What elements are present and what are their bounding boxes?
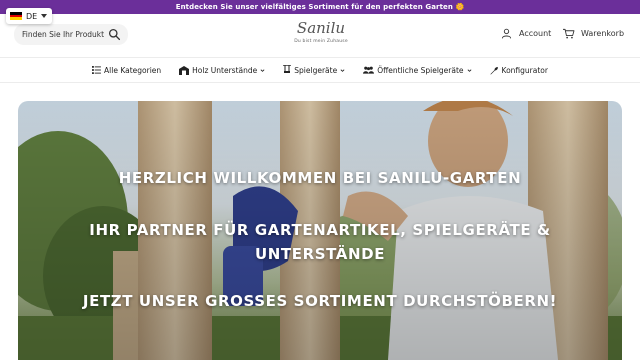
wrench-icon [489, 66, 498, 75]
nav-item-spielgeraete[interactable]: Spielgeräte [283, 65, 345, 75]
announcement-text: Entdecken Sie unser vielfältiges Sortime… [175, 3, 465, 11]
hero-banner[interactable]: HERZLICH WILLKOMMEN BEI SANILU-GARTEN IH… [18, 101, 622, 360]
hero-cta-heading: JETZT UNSER GROSSES SORTIMENT DURCHSTÖBE… [82, 292, 558, 310]
shed-icon [179, 65, 190, 75]
nav-item-konfigurator[interactable]: Konfigurator [489, 65, 548, 75]
list-icon [92, 66, 101, 74]
chevron-down-icon [340, 68, 345, 72]
logo-tagline: Du bist mein Zuhause [294, 39, 348, 44]
search-icon[interactable] [108, 28, 121, 41]
logo-brand: Sanilu [296, 19, 346, 37]
swing-icon [283, 65, 292, 73]
hero-text: HERZLICH WILLKOMMEN BEI SANILU-GARTEN IH… [18, 101, 622, 360]
cart-icon [563, 28, 575, 39]
announcement-bar: Entdecken Sie unser vielfältiges Sortime… [0, 0, 640, 14]
nav-label-oeffentliche-spielgeraete: Öffentliche Spielgeräte [377, 65, 464, 75]
language-code: DE [26, 11, 38, 21]
site-header: Finden Sie Ihr Produkt Sanilu Du bist me… [0, 14, 640, 56]
account-label: Account [519, 29, 552, 38]
user-icon [501, 28, 512, 39]
chevron-down-icon [467, 68, 471, 72]
main-navigation: Alle Kategorien Holz Unterstände Spielge… [0, 57, 640, 83]
people-icon [363, 66, 375, 74]
account-link[interactable]: Account [501, 28, 551, 39]
search-input[interactable]: Finden Sie Ihr Produkt [14, 24, 128, 45]
german-flag-icon [10, 12, 22, 21]
chevron-down-icon [260, 68, 265, 72]
nav-label-holz-unterstaende: Holz Unterstände [192, 65, 258, 75]
search-placeholder: Finden Sie Ihr Produkt [22, 30, 105, 39]
hero-welcome-heading: HERZLICH WILLKOMMEN BEI SANILU-GARTEN [118, 169, 522, 187]
nav-label-spielgeraete: Spielgeräte [294, 65, 338, 75]
cart-link[interactable]: Warenkorb [562, 28, 624, 39]
language-selector[interactable]: DE [6, 8, 53, 24]
nav-item-oeffentliche-spielgeraete[interactable]: Öffentliche Spielgeräte [363, 66, 471, 75]
cart-label: Warenkorb [581, 29, 625, 38]
site-logo[interactable]: Sanilu Du bist mein Zuhause [281, 20, 361, 44]
nav-item-holz-unterstaende[interactable]: Holz Unterstände [179, 65, 265, 75]
nav-label-all-categories: Alle Kategorien [104, 65, 162, 75]
hero-partner-heading: IHR PARTNER FÜR GARTENARTIKEL, SPIELGERÄ… [89, 221, 551, 263]
caret-down-icon [41, 14, 48, 18]
nav-label-konfigurator: Konfigurator [501, 65, 548, 75]
nav-item-all-categories[interactable]: Alle Kategorien [92, 66, 161, 75]
